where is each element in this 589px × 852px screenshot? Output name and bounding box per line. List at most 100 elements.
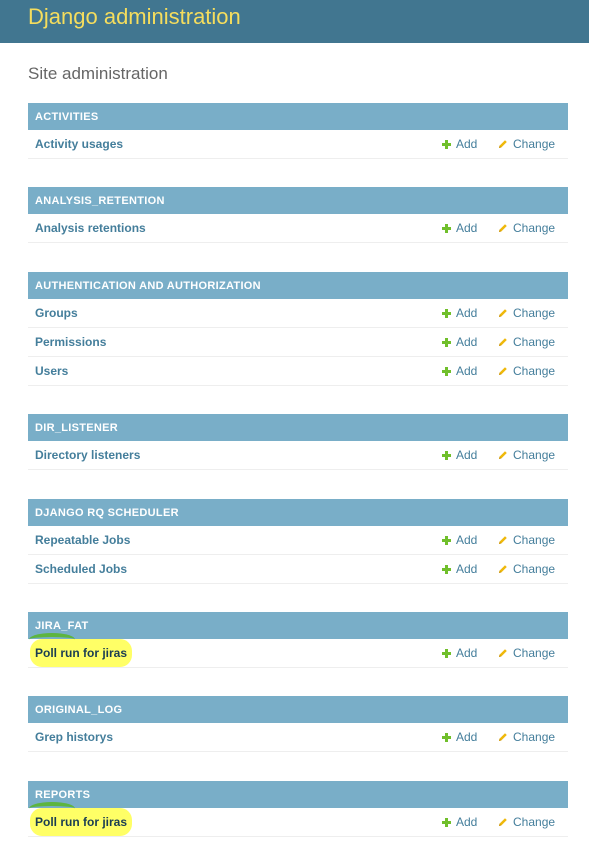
pencil-icon xyxy=(498,640,508,657)
add-label: Add xyxy=(456,221,478,235)
change-link[interactable]: Change xyxy=(498,441,555,469)
change-label: Change xyxy=(513,533,556,547)
pencil-icon xyxy=(498,556,508,573)
add-label: Add xyxy=(456,335,478,349)
change-label: Change xyxy=(513,562,556,576)
model-link-analysis-retentions[interactable]: Analysis retentions xyxy=(35,214,146,242)
plus-icon xyxy=(442,818,451,827)
model-row: Groups Add Change xyxy=(28,299,568,328)
model-link-groups[interactable]: Groups xyxy=(35,299,78,327)
model-row: Scheduled Jobs Add Change xyxy=(28,555,568,584)
model-link-grep-historys[interactable]: Grep historys xyxy=(35,723,113,751)
model-row: Activity usages Add Change xyxy=(28,130,568,159)
module-caption[interactable]: Activities xyxy=(28,103,568,130)
pencil-icon xyxy=(498,527,508,544)
pencil-icon xyxy=(498,300,508,317)
change-label: Change xyxy=(513,306,556,320)
model-row: Analysis retentions Add Change xyxy=(28,214,568,243)
page-title: Site administration xyxy=(28,64,168,83)
change-link[interactable]: Change xyxy=(498,639,555,667)
add-label: Add xyxy=(456,306,478,320)
add-link[interactable]: Add xyxy=(442,214,477,242)
pencil-icon xyxy=(498,442,508,459)
pencil-icon xyxy=(498,215,508,232)
change-label: Change xyxy=(513,221,556,235)
highlighter-mark xyxy=(29,802,75,815)
model-row: Directory listeners Add Change xyxy=(28,441,568,470)
add-link[interactable]: Add xyxy=(442,555,477,583)
change-label: Change xyxy=(513,364,556,378)
add-label: Add xyxy=(456,448,478,462)
module-caption[interactable]: Original_log xyxy=(28,696,568,723)
add-link[interactable]: Add xyxy=(442,808,477,836)
change-label: Change xyxy=(513,815,556,829)
app-module-analysis-retention: Analysis_retention Analysis retentions Add… xyxy=(28,187,568,243)
pencil-icon xyxy=(498,724,508,741)
module-caption[interactable]: Jira_fat xyxy=(28,612,568,639)
add-link[interactable]: Add xyxy=(442,328,477,356)
app-module-authentication-and-authorization: Authentication and Authorization Groups Ad… xyxy=(28,272,568,386)
model-link-permissions[interactable]: Permissions xyxy=(35,328,106,356)
change-label: Change xyxy=(513,730,556,744)
add-link[interactable]: Add xyxy=(442,723,477,751)
module-caption[interactable]: Authentication and Authorization xyxy=(28,272,568,299)
module-caption[interactable]: Django RQ Scheduler xyxy=(28,499,568,526)
change-link[interactable]: Change xyxy=(498,357,555,385)
model-row: Repeatable Jobs Add Change xyxy=(28,526,568,555)
add-link[interactable]: Add xyxy=(442,130,477,158)
model-link-scheduled-jobs[interactable]: Scheduled Jobs xyxy=(35,555,127,583)
plus-icon xyxy=(442,309,451,318)
plus-icon xyxy=(442,338,451,347)
add-link[interactable]: Add xyxy=(442,526,477,554)
plus-icon xyxy=(442,367,451,376)
add-label: Add xyxy=(456,364,478,378)
pencil-icon xyxy=(498,358,508,375)
highlighter-mark xyxy=(29,633,75,646)
add-label: Add xyxy=(456,730,478,744)
model-row: Poll run for jiras Add Change xyxy=(28,633,568,668)
model-link-users[interactable]: Users xyxy=(35,357,68,385)
add-label: Add xyxy=(456,533,478,547)
change-link[interactable]: Change xyxy=(498,328,555,356)
change-link[interactable]: Change xyxy=(498,214,555,242)
site-branding-link[interactable]: Django administration xyxy=(28,5,241,29)
add-label: Add xyxy=(456,646,478,660)
change-label: Change xyxy=(513,448,556,462)
model-link-directory-listeners[interactable]: Directory listeners xyxy=(35,441,140,469)
model-link-activity-usages[interactable]: Activity usages xyxy=(35,130,123,158)
app-module-activities: Activities Activity usages Add Change xyxy=(28,103,568,159)
model-row: Permissions Add Change xyxy=(28,328,568,357)
plus-icon xyxy=(442,451,451,460)
change-link[interactable]: Change xyxy=(498,808,555,836)
model-link-repeatable-jobs[interactable]: Repeatable Jobs xyxy=(35,526,130,554)
add-link[interactable]: Add xyxy=(442,441,477,469)
change-link[interactable]: Change xyxy=(498,299,555,327)
change-link[interactable]: Change xyxy=(498,555,555,583)
add-label: Add xyxy=(456,137,478,151)
header-bar: Django administration xyxy=(0,0,589,43)
app-module-jira-fat: Jira_fat Poll run for jiras Add Change xyxy=(28,612,568,668)
add-link[interactable]: Add xyxy=(442,357,477,385)
add-link[interactable]: Add xyxy=(442,639,477,667)
plus-icon xyxy=(442,140,451,149)
change-link[interactable]: Change xyxy=(498,130,555,158)
plus-icon xyxy=(442,649,451,658)
module-caption[interactable]: Analysis_retention xyxy=(28,187,568,214)
add-label: Add xyxy=(456,562,478,576)
plus-icon xyxy=(442,536,451,545)
add-link[interactable]: Add xyxy=(442,299,477,327)
pencil-icon xyxy=(498,131,508,148)
change-link[interactable]: Change xyxy=(498,526,555,554)
model-row: Poll run for jiras Add Change xyxy=(28,802,568,837)
app-module-dir-listener: Dir_listener Directory listeners Add Change xyxy=(28,414,568,470)
model-row: Grep historys Add Change xyxy=(28,723,568,752)
plus-icon xyxy=(442,224,451,233)
model-row: Users Add Change xyxy=(28,357,568,386)
change-link[interactable]: Change xyxy=(498,723,555,751)
change-label: Change xyxy=(513,137,556,151)
pencil-icon xyxy=(498,809,508,826)
module-caption[interactable]: Reports xyxy=(28,781,568,808)
pencil-icon xyxy=(498,329,508,346)
module-caption[interactable]: Dir_listener xyxy=(28,414,568,441)
app-module-reports: Reports Poll run for jiras Add Change xyxy=(28,781,568,837)
